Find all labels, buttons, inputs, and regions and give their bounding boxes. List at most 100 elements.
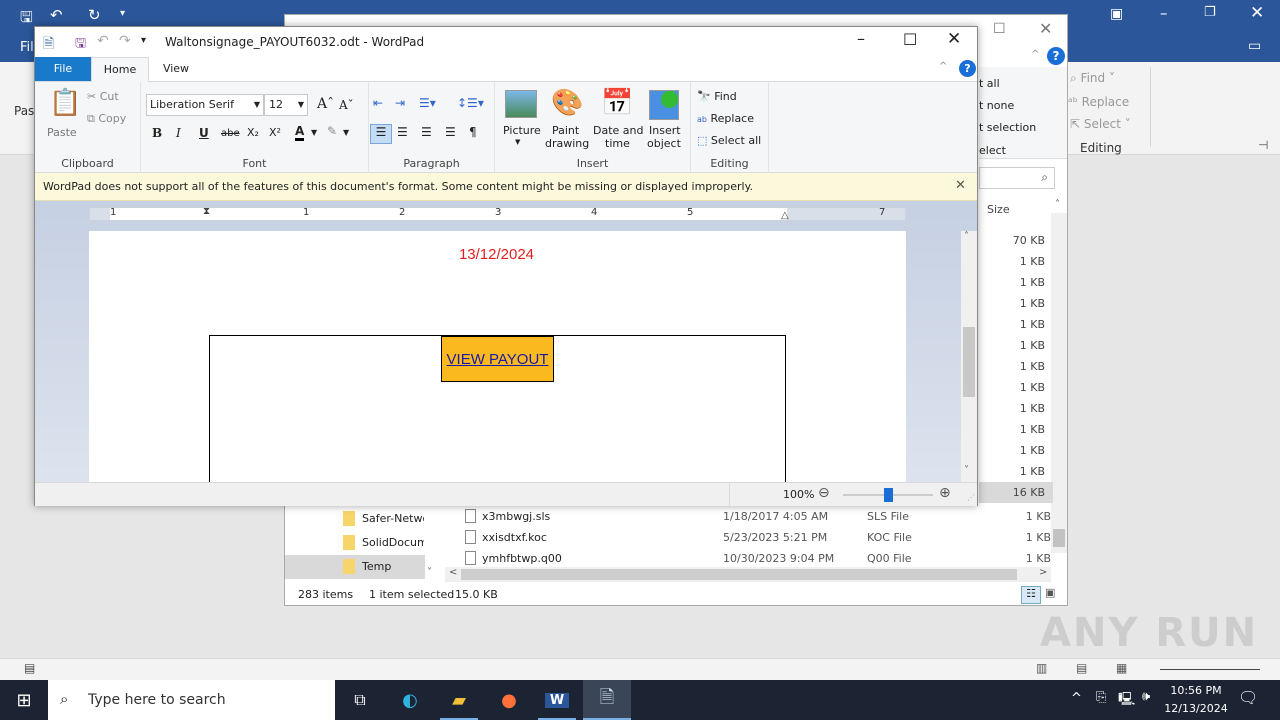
save-icon[interactable]: 🖫 <box>20 7 33 32</box>
start-button[interactable]: ⊞ <box>0 680 48 720</box>
paint-drawing-label-1[interactable]: Paint <box>552 124 579 137</box>
minimize-ribbon-icon[interactable]: ^ <box>939 61 947 72</box>
select-none-item[interactable]: t none <box>979 99 1014 112</box>
tab-home[interactable]: Home <box>91 57 149 82</box>
close-icon[interactable]: ✕ <box>1250 3 1264 23</box>
file-explorer-icon[interactable]: ▰ <box>435 680 483 720</box>
shrink-font-icon[interactable]: Aˇ <box>339 98 354 112</box>
hscroll-thumb[interactable] <box>461 569 1017 580</box>
size-cell[interactable]: 70 KB <box>979 230 1053 251</box>
close-notification-icon[interactable]: ✕ <box>955 178 966 193</box>
highlight-color-icon[interactable]: ✎ <box>327 124 337 138</box>
size-cell[interactable]: 1 KB <box>979 272 1053 293</box>
word-paste-label[interactable]: Pas <box>14 104 34 118</box>
find-button[interactable]: 🔭 Find <box>697 90 737 103</box>
ruler[interactable]: 1 1 2 3 4 5 7 ⧗ △ <box>89 206 906 221</box>
size-cell[interactable]: 1 KB <box>979 461 1053 482</box>
redo-icon[interactable]: ↻ <box>88 6 101 24</box>
tab-view[interactable]: View <box>149 57 203 81</box>
volume-icon[interactable]: 🕪 <box>1142 689 1150 704</box>
scrollbar-thumb[interactable] <box>963 327 975 397</box>
cut-button[interactable]: ✂ Cut <box>87 90 119 103</box>
restore-icon[interactable]: ❐ <box>1204 5 1216 20</box>
superscript-icon[interactable]: X² <box>269 126 281 139</box>
insert-object-icon[interactable] <box>649 90 679 120</box>
bullets-icon[interactable]: ☰▾ <box>419 96 436 110</box>
clock-time[interactable]: 10:56 PM <box>1170 684 1222 697</box>
size-cell[interactable]: 1 KB <box>979 440 1053 461</box>
tab-file[interactable]: File <box>35 57 91 81</box>
file-row[interactable]: xxisdtxf.koc 5/23/2023 5:21 PM KOC File 1 K… <box>445 528 1051 549</box>
explorer-close-icon[interactable]: ✕ <box>1039 19 1052 38</box>
zoom-slider[interactable] <box>843 488 933 502</box>
ribbon-display-icon[interactable]: ▣ <box>1110 6 1123 22</box>
help-icon[interactable]: ? <box>959 60 976 77</box>
strikethrough-icon[interactable]: abe <box>221 128 240 139</box>
size-cell[interactable]: 1 KB <box>979 419 1053 440</box>
date-time-icon[interactable]: 📅 <box>601 88 633 118</box>
explorer-maximize-icon[interactable]: ☐ <box>993 21 1006 37</box>
word-find-button[interactable]: ⌕ Find ˅ <box>1070 71 1115 86</box>
insert-object-label-2[interactable]: object <box>647 137 681 150</box>
subscript-icon[interactable]: X₂ <box>247 126 259 139</box>
scroll-left-icon[interactable]: < <box>449 567 457 578</box>
task-view-icon[interactable]: ⧉ <box>336 680 384 720</box>
customize-toolbar-icon[interactable]: ▾ <box>141 35 146 46</box>
firefox-icon[interactable]: ● <box>485 680 533 720</box>
picture-icon[interactable] <box>505 90 537 118</box>
paste-icon[interactable]: 📋 <box>49 88 81 118</box>
select-all-item[interactable]: t all <box>979 77 1000 90</box>
nav-item[interactable]: SolidDocum <box>285 531 425 555</box>
copy-button[interactable]: ⧉ Copy <box>87 112 126 126</box>
chevron-down-icon[interactable]: ▼ <box>515 138 520 146</box>
help-icon[interactable]: ? <box>1047 47 1065 65</box>
scrollbar-thumb[interactable] <box>1053 529 1065 547</box>
paragraph-icon[interactable]: ¶ <box>469 125 477 139</box>
save-icon[interactable]: 🖫 <box>75 34 86 56</box>
large-icons-view-icon[interactable]: ▣ <box>1045 586 1055 599</box>
chevron-down-icon[interactable]: ▼ <box>311 128 317 137</box>
size-cell[interactable]: 1 KB <box>979 377 1053 398</box>
word-select-button[interactable]: ⇱ Select ˅ <box>1070 117 1131 131</box>
wordpad-app-icon[interactable]: 🗎 <box>43 33 54 57</box>
maximize-button[interactable]: ☐ <box>903 30 917 49</box>
size-cell[interactable]: 1 KB <box>979 314 1053 335</box>
undo-icon[interactable]: ↶ <box>50 6 63 24</box>
scroll-down-icon[interactable]: ˅ <box>964 465 969 476</box>
word-zoom-slider[interactable] <box>1160 669 1260 670</box>
edge-icon[interactable]: ◐ <box>386 680 434 720</box>
zoom-in-icon[interactable]: ⊕ <box>939 485 951 501</box>
picture-button[interactable]: Picture <box>503 124 541 137</box>
paste-button[interactable]: Paste <box>47 126 77 139</box>
replace-button[interactable]: ab Replace <box>697 112 754 125</box>
search-box[interactable]: ⌕ Type here to search <box>48 680 335 720</box>
collapse-ribbon-icon[interactable]: ^ <box>1031 49 1039 60</box>
paint-drawing-label-2[interactable]: drawing <box>545 137 589 150</box>
date-time-label-1[interactable]: Date and <box>593 124 643 137</box>
size-column-header[interactable]: Size <box>987 203 1010 216</box>
web-layout-icon[interactable]: ▦ <box>1116 661 1127 675</box>
decrease-indent-icon[interactable]: ⇤ <box>373 96 383 110</box>
read-mode-icon[interactable]: ▥ <box>1036 661 1047 675</box>
zoom-out-icon[interactable]: ⊖ <box>818 485 830 501</box>
print-layout-icon[interactable]: ▤ <box>1076 661 1087 675</box>
resize-grip-icon[interactable]: ⋰ <box>967 493 975 502</box>
minimize-button[interactable]: – <box>857 29 865 48</box>
align-left-icon[interactable]: ☰ <box>370 124 392 144</box>
zoom-slider-thumb[interactable] <box>883 488 893 502</box>
undo-icon[interactable]: ↶ <box>97 33 109 49</box>
nav-item[interactable]: Temp <box>285 555 425 579</box>
document-vertical-scrollbar[interactable]: ˄ ˅ <box>961 231 977 482</box>
justify-icon[interactable]: ☰ <box>445 125 456 139</box>
invert-selection-item[interactable]: t selection <box>979 121 1036 134</box>
nav-scroll-down-icon[interactable]: ˅ <box>427 567 432 578</box>
minimize-icon[interactable]: – <box>1160 4 1168 22</box>
underline-icon[interactable]: U <box>199 126 209 140</box>
align-center-icon[interactable]: ☰ <box>397 125 408 139</box>
font-color-icon[interactable]: A <box>295 124 305 141</box>
right-indent-marker[interactable]: △ <box>781 210 789 221</box>
word-file-tab[interactable]: Fil <box>20 40 34 55</box>
chevron-down-icon[interactable]: ▼ <box>343 128 349 137</box>
vertical-scrollbar[interactable] <box>1051 213 1067 553</box>
scroll-up-icon[interactable]: ˄ <box>1055 199 1060 210</box>
